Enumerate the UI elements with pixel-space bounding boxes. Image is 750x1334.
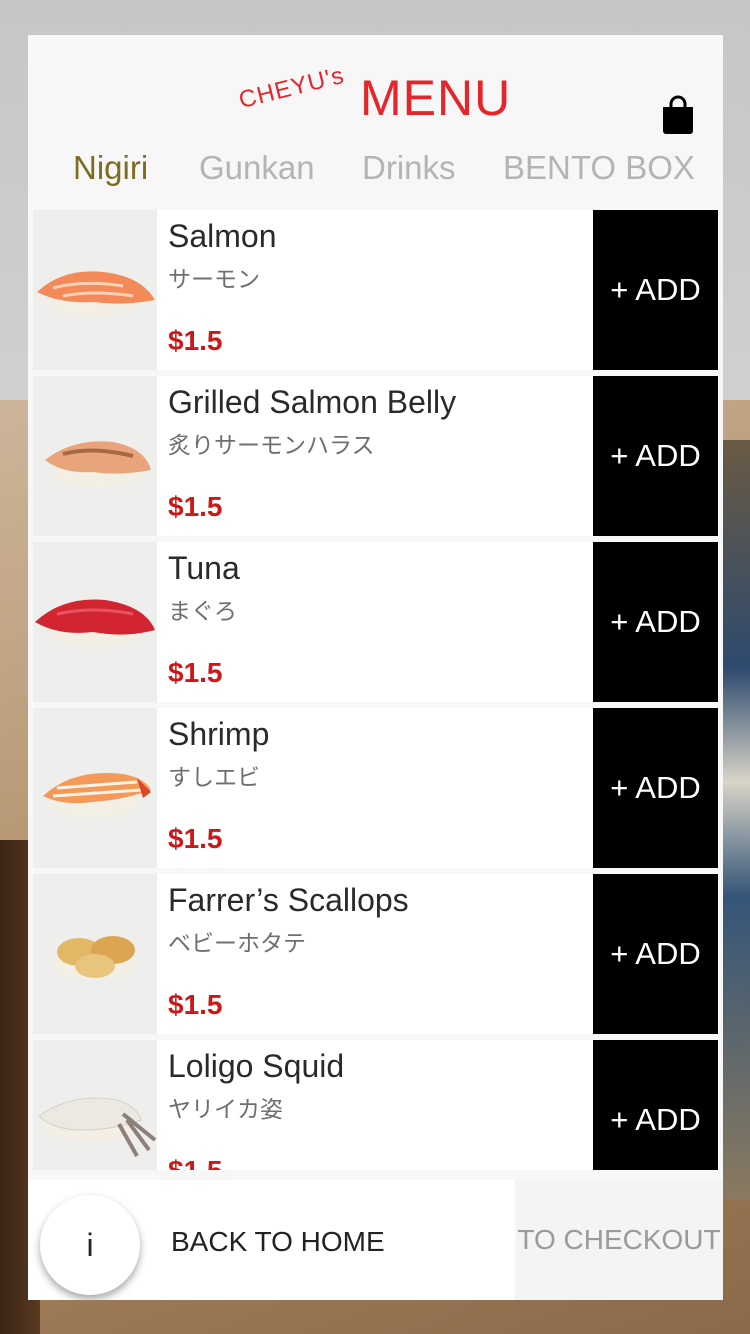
item-japanese-name: すしエビ: [168, 765, 260, 791]
item-japanese-name: 炙りサーモンハラス: [168, 433, 375, 459]
menu-item: Shrimp すしエビ $1.5 + ADD: [33, 708, 718, 868]
add-button[interactable]: + ADD: [593, 210, 718, 370]
sushi-image: [33, 376, 157, 536]
sushi-image: [33, 542, 157, 702]
menu-item: Salmon サーモン $1.5 + ADD: [33, 210, 718, 370]
item-japanese-name: サーモン: [168, 267, 260, 293]
menu-item: Loligo Squid ヤリイカ姿 $1.5 + ADD: [33, 1040, 718, 1170]
brand-name: CHEYU's: [236, 61, 348, 115]
grilled-salmon-belly-icon: [45, 441, 151, 488]
salmon-nigiri-icon: [37, 271, 155, 316]
item-name: Salmon: [168, 218, 277, 254]
shrimp-nigiri-icon: [43, 772, 151, 818]
tab-gunkan[interactable]: Gunkan: [199, 149, 315, 187]
tuna-nigiri-icon: [35, 599, 155, 647]
item-name: Grilled Salmon Belly: [168, 384, 457, 420]
category-tabs: Nigiri Gunkan Drinks BENTO BOX: [28, 149, 723, 199]
menu-panel: CHEYU's MENU Nigiri Gunkan Drinks BENTO …: [28, 35, 723, 1300]
item-price: $1.5: [168, 657, 223, 688]
menu-header: CHEYU's MENU Nigiri Gunkan Drinks BENTO …: [28, 35, 723, 210]
item-japanese-name: ヤリイカ姿: [168, 1097, 283, 1123]
menu-item: Tuna まぐろ $1.5 + ADD: [33, 542, 718, 702]
tab-drinks[interactable]: Drinks: [362, 149, 456, 187]
item-name: Tuna: [168, 550, 240, 586]
add-button[interactable]: + ADD: [593, 708, 718, 868]
item-name: Shrimp: [168, 716, 270, 752]
sushi-image: [33, 1040, 157, 1170]
add-button[interactable]: + ADD: [593, 1040, 718, 1170]
info-button[interactable]: i: [40, 1195, 140, 1295]
to-checkout-button[interactable]: TO CHECKOUT: [515, 1180, 723, 1300]
item-name: Loligo Squid: [168, 1048, 345, 1084]
squid-nigiri-icon: [38, 1097, 157, 1157]
tab-bento-box[interactable]: BENTO BOX: [503, 149, 695, 187]
menu-item: Farrer’s Scallops ベビーホタテ $1.5 + ADD: [33, 874, 718, 1034]
sushi-image: [33, 210, 157, 370]
back-to-home-button[interactable]: BACK TO HOME: [171, 1226, 385, 1258]
scallop-nigiri-icon: [53, 936, 137, 980]
menu-item-list[interactable]: Salmon サーモン $1.5 + ADD Grilled Salmon Be…: [33, 210, 718, 1170]
sushi-image: [33, 708, 157, 868]
shopping-bag-icon[interactable]: [661, 95, 695, 135]
add-button[interactable]: + ADD: [593, 874, 718, 1034]
item-price: $1.5: [168, 823, 223, 854]
add-button[interactable]: + ADD: [593, 542, 718, 702]
page-title: MENU: [360, 70, 512, 126]
tab-nigiri[interactable]: Nigiri: [73, 149, 148, 187]
item-name: Farrer’s Scallops: [168, 882, 409, 918]
item-japanese-name: ベビーホタテ: [168, 931, 306, 957]
item-price: $1.5: [168, 1155, 223, 1170]
item-japanese-name: まぐろ: [168, 599, 237, 625]
item-price: $1.5: [168, 989, 223, 1020]
bottom-nav: i BACK TO HOME TO CHECKOUT: [28, 1180, 723, 1300]
item-price: $1.5: [168, 325, 223, 356]
background-wave-art: [720, 440, 750, 1200]
add-button[interactable]: + ADD: [593, 376, 718, 536]
menu-item: Grilled Salmon Belly 炙りサーモンハラス $1.5 + AD…: [33, 376, 718, 536]
sushi-image: [33, 874, 157, 1034]
item-price: $1.5: [168, 491, 223, 522]
